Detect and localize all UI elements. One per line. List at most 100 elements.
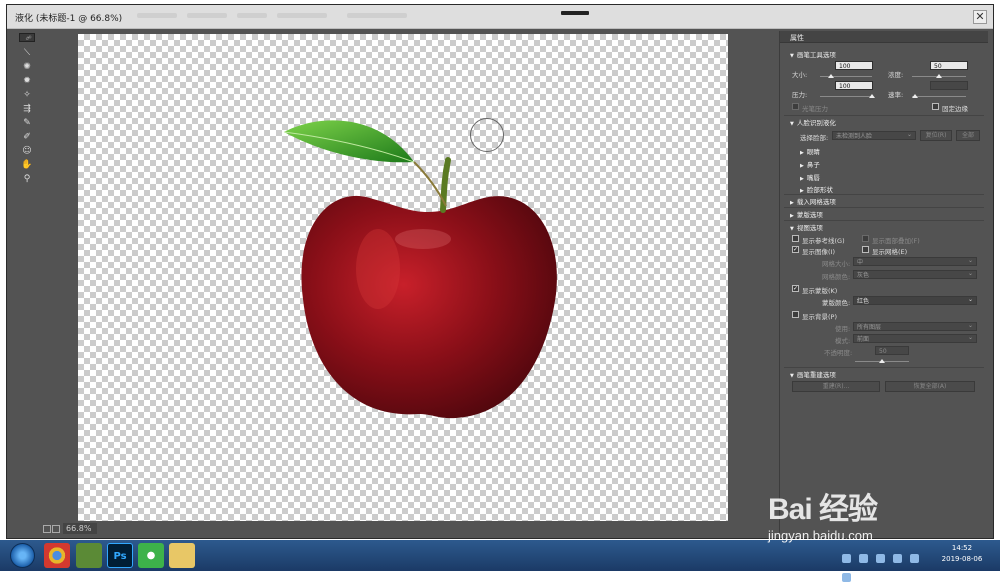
show-guides-checkbox[interactable] xyxy=(792,235,799,242)
size-slider[interactable] xyxy=(820,74,872,78)
face-aware-heading[interactable]: 人脸识别液化 xyxy=(790,117,836,127)
panel-title: 属性 xyxy=(790,34,804,42)
rate-slider[interactable] xyxy=(912,94,966,98)
pressure-slider-knob[interactable] xyxy=(869,94,875,98)
opacity-slider-knob[interactable] xyxy=(879,359,885,363)
tray-icon[interactable] xyxy=(876,554,886,563)
view-options-heading[interactable]: 视图选项 xyxy=(790,222,823,232)
hand-tool-icon[interactable]: ✋ xyxy=(19,159,35,172)
mesh-color-dropdown[interactable]: 灰色 xyxy=(853,269,977,279)
zoom-field[interactable]: 66.8% xyxy=(63,523,97,534)
minecraft-icon[interactable] xyxy=(76,543,102,568)
folder-icon[interactable] xyxy=(169,543,195,568)
show-backdrop-checkbox[interactable] xyxy=(792,311,799,318)
tray-icon[interactable] xyxy=(842,573,851,582)
face-tool-icon[interactable]: ☺ xyxy=(19,145,35,158)
pressure-label: 压力: xyxy=(792,91,808,99)
mesh-size-dropdown[interactable]: 中 xyxy=(853,256,977,266)
thaw-mask-tool-icon[interactable]: ✐ xyxy=(19,131,35,144)
use-label: 使用: xyxy=(835,325,851,333)
freeze-mask-tool-icon[interactable]: ✎ xyxy=(19,117,35,130)
smooth-tool-icon[interactable]: ⟍ xyxy=(19,47,35,60)
mode-label: 模式: xyxy=(835,337,851,345)
brush-reconstruct-heading[interactable]: 画笔重建选项 xyxy=(790,369,836,379)
360-icon[interactable] xyxy=(138,543,164,568)
bloat-tool-icon[interactable]: ✧ xyxy=(19,89,35,102)
show-mask-checkbox[interactable]: ✓ xyxy=(792,285,799,292)
opacity-label: 不透明度: xyxy=(824,349,853,357)
properties-panel: 属性 画笔工具选项 大小: 100 浓度: 50 压力: 100 速率: 光笔压… xyxy=(779,31,988,535)
pressure-input[interactable]: 100 xyxy=(835,81,873,90)
use-dropdown[interactable]: 所有图层 xyxy=(853,321,977,331)
stylus-pressure-label: 光笔压力 xyxy=(802,105,828,113)
show-mesh-checkbox[interactable] xyxy=(862,246,869,253)
mesh-size-label: 网格大小: xyxy=(822,260,851,268)
eyes-section[interactable]: 眼睛 xyxy=(800,146,820,156)
mask-color-dropdown[interactable]: 红色 xyxy=(853,295,977,305)
close-button[interactable]: ✕ xyxy=(973,10,987,24)
baidu-watermark: Bai 经验 jingyan.baidu.com xyxy=(760,462,990,543)
size-input[interactable]: 100 xyxy=(835,61,873,70)
push-left-tool-icon[interactable]: ⇶ xyxy=(19,103,35,116)
rate-input[interactable] xyxy=(930,81,968,90)
baidu-logo: Bai 经验 xyxy=(768,493,878,526)
tray-icon[interactable] xyxy=(842,554,851,563)
pucker-tool-icon[interactable]: ✹ xyxy=(19,75,35,88)
show-mesh-label: 显示网格(E) xyxy=(872,248,908,256)
show-guides-label: 显示参考线(G) xyxy=(802,237,845,245)
canvas-area[interactable] xyxy=(41,31,773,524)
photoshop-icon[interactable]: Ps xyxy=(107,543,133,568)
windows-taskbar: Ps 14:52 2019-08-06 xyxy=(0,540,1000,582)
panel-header: 属性 xyxy=(780,31,988,43)
select-face-label: 选择脸部: xyxy=(800,134,829,142)
density-slider-knob[interactable] xyxy=(936,74,942,78)
show-face-overlay-checkbox[interactable] xyxy=(862,235,869,242)
zoom-tool-icon[interactable]: ⚲ xyxy=(19,173,35,186)
pressure-slider[interactable] xyxy=(820,94,875,98)
zoom-in-icon[interactable] xyxy=(52,525,60,533)
show-image-checkbox[interactable]: ✓ xyxy=(792,246,799,253)
brush-cursor xyxy=(470,118,504,152)
clock[interactable]: 14:52 2019-08-06 xyxy=(937,543,987,565)
image-canvas[interactable] xyxy=(78,34,728,524)
select-face-dropdown[interactable]: 未检测到人脸 xyxy=(832,130,916,140)
density-input[interactable]: 50 xyxy=(930,61,968,70)
start-button[interactable] xyxy=(10,543,35,568)
density-label: 浓度: xyxy=(888,71,904,79)
opacity-input[interactable]: 50 xyxy=(875,346,909,355)
mode-dropdown[interactable]: 前面 xyxy=(853,333,977,343)
brush-options-heading[interactable]: 画笔工具选项 xyxy=(790,49,836,59)
show-mask-label: 显示蒙版(K) xyxy=(802,287,838,295)
show-image-label: 显示图像(I) xyxy=(802,248,835,256)
network-icon[interactable] xyxy=(893,554,903,563)
rate-label: 速率: xyxy=(888,91,904,99)
drag-handle[interactable] xyxy=(561,11,589,15)
mouth-section[interactable]: 嘴唇 xyxy=(800,172,820,182)
restore-all-button[interactable]: 恢复全部(A) xyxy=(885,381,975,392)
twirl-tool-icon[interactable]: ✺ xyxy=(19,61,35,74)
rate-slider-knob[interactable] xyxy=(912,94,918,98)
all-button[interactable]: 全部 xyxy=(956,130,980,141)
load-mesh-heading[interactable]: 载入网格选项 xyxy=(790,196,836,206)
opacity-slider[interactable] xyxy=(855,359,909,363)
stylus-pressure-checkbox[interactable] xyxy=(792,103,799,110)
window-title: 液化 (未标题-1 @ 66.8%) xyxy=(15,14,123,24)
reset-button[interactable]: 复位(R) xyxy=(920,130,952,141)
tray-icon[interactable] xyxy=(859,554,869,563)
liquify-dialog: 液化 (未标题-1 @ 66.8%) ✕ ☍ ⟋ ⟍ ✺ ✹ ✧ ⇶ ✎ ✐ ☺… xyxy=(6,4,994,539)
zoom-out-icon[interactable] xyxy=(43,525,51,533)
nose-section[interactable]: 鼻子 xyxy=(800,159,820,169)
mesh-color-label: 网格颜色: xyxy=(822,273,851,281)
mask-options-heading[interactable]: 蒙版选项 xyxy=(790,209,823,219)
chrome-icon[interactable] xyxy=(44,543,70,568)
clock-time: 14:52 xyxy=(951,544,973,552)
size-slider-knob[interactable] xyxy=(828,74,834,78)
density-slider[interactable] xyxy=(912,74,966,78)
forward-warp-tool-icon[interactable]: ☍ xyxy=(19,32,35,42)
pin-edges-checkbox[interactable] xyxy=(932,103,939,110)
reconstruct-button[interactable]: 重建(R)... xyxy=(792,381,880,392)
face-shape-section[interactable]: 脸部形状 xyxy=(800,184,833,194)
title-bar: 液化 (未标题-1 @ 66.8%) ✕ xyxy=(7,5,993,29)
system-tray xyxy=(842,548,932,582)
volume-icon[interactable] xyxy=(910,554,920,563)
